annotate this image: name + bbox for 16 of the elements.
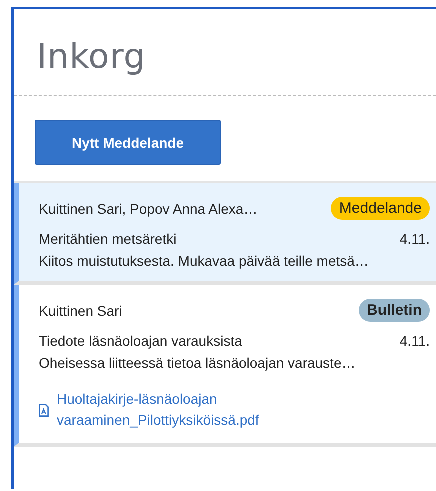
- pdf-file-icon: [39, 404, 49, 416]
- message-preview: Kiitos muistutuksesta. Mukavaa päivää teille metsä…: [39, 253, 369, 269]
- message-item[interactable]: Kuittinen Sari Bulletin Tiedote läsnäoloajan varauksista 4.11. Oheisessa liitteessä tietoa läsnäoloajan varauste… Huoltajakirje-läsnäoloajan varaaminen_Pilottiyksiköissä.pdf: [14, 285, 436, 447]
- sender-name: Kuittinen Sari, Popov Anna Alexa…: [39, 200, 258, 216]
- message-date: 4.11.: [400, 231, 430, 247]
- message-type-badge: Meddelande: [331, 197, 430, 220]
- message-date: 4.11.: [400, 333, 430, 349]
- page-title: Inkorg: [37, 36, 146, 79]
- message-subject: Tiedote läsnäoloajan varauksista: [39, 333, 242, 349]
- message-item[interactable]: Kuittinen Sari, Popov Anna Alexa… Meddelande Meritähtien metsäretki 4.11. Kiitos muistutuksesta. Mukavaa päivää teille metsä…: [14, 183, 436, 285]
- attachment-link[interactable]: Huoltajakirje-läsnäoloajan varaaminen_Pilottiyksiköissä.pdf: [57, 389, 257, 431]
- new-message-button[interactable]: Nytt Meddelande: [35, 120, 221, 165]
- message-preview: Oheisessa liitteessä tietoa läsnäoloajan varauste…: [39, 355, 356, 371]
- message-subject: Meritähtien metsäretki: [39, 231, 177, 247]
- message-type-badge: Bulletin: [359, 299, 430, 322]
- sender-name: Kuittinen Sari: [39, 302, 122, 318]
